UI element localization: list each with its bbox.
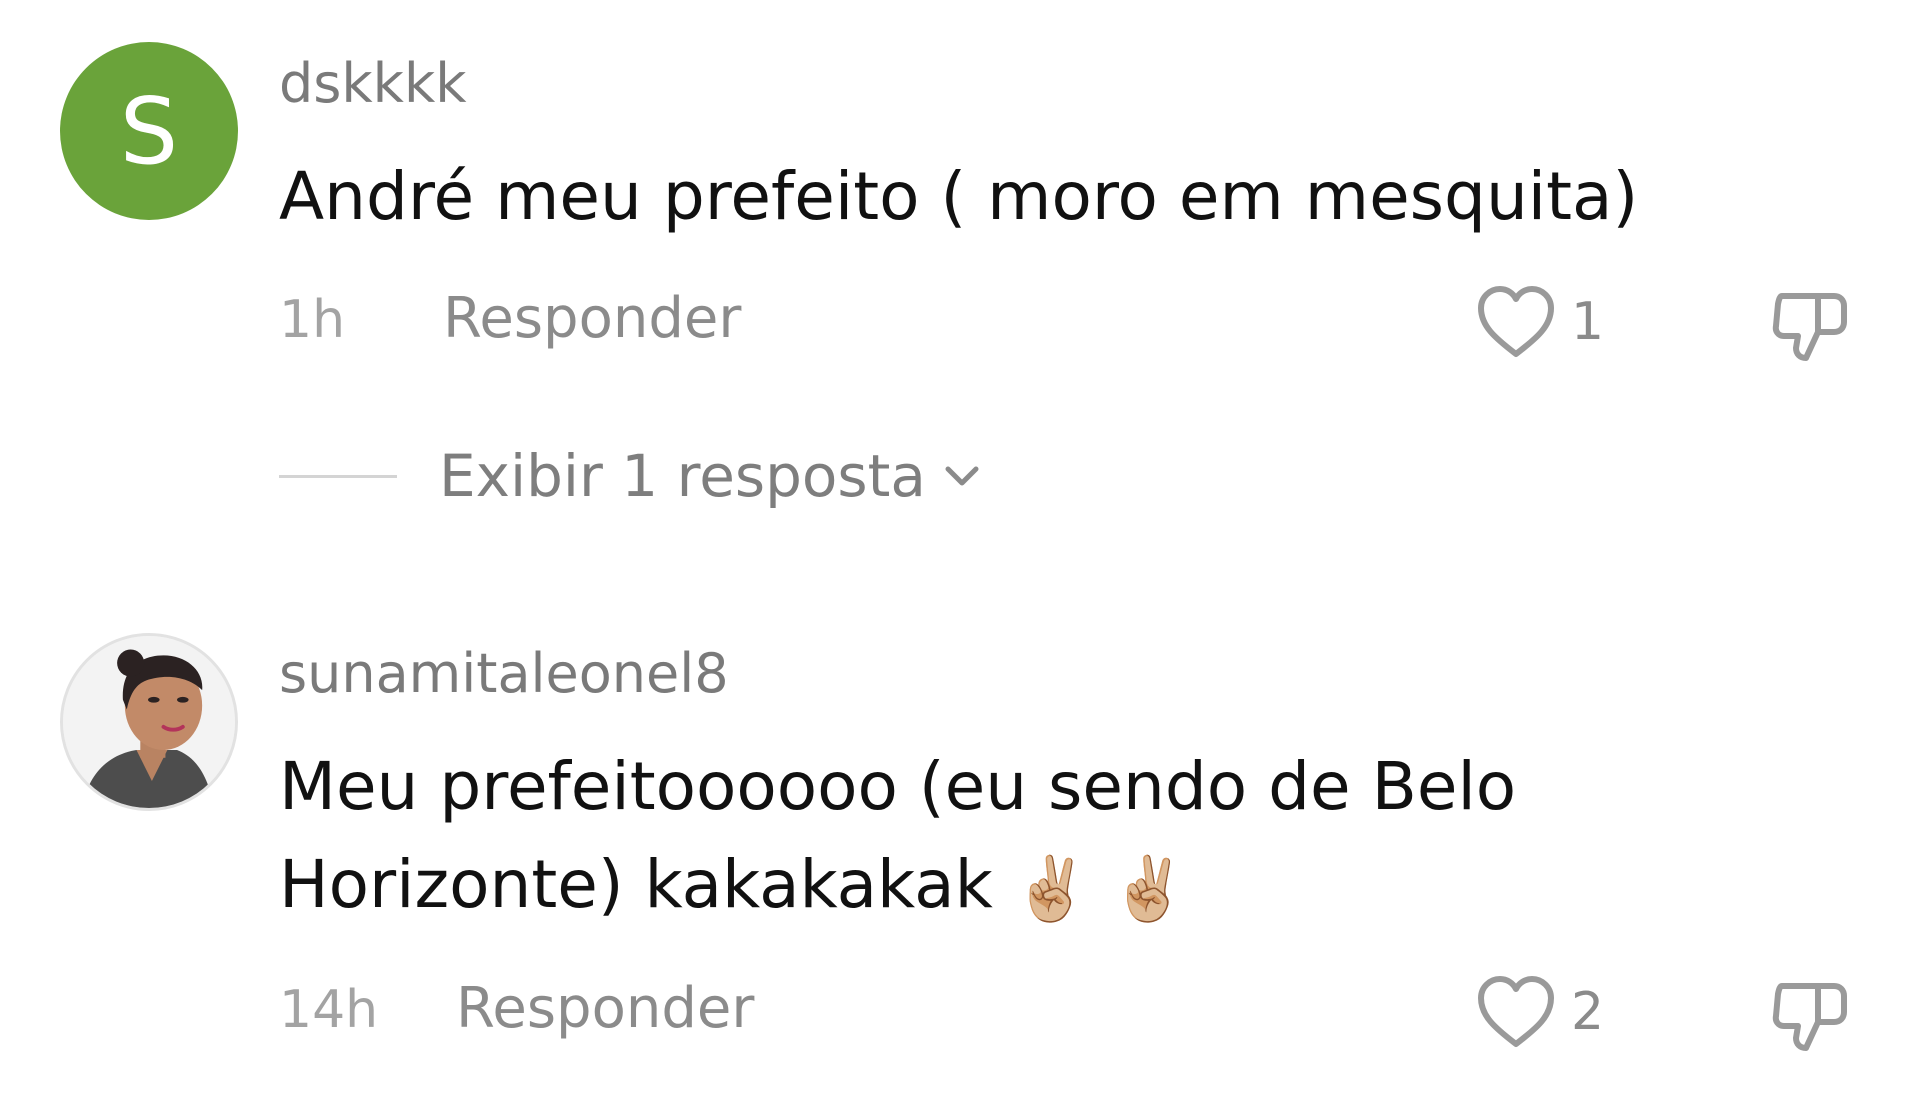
comment-username[interactable]: sunamitaleonel8 <box>279 642 729 705</box>
like-count: 2 <box>1571 982 1605 1042</box>
thumbs-down-outline-icon <box>1772 293 1847 361</box>
dislike-button[interactable] <box>1768 284 1852 368</box>
victory-hand-emoji: ✌🏼 <box>1110 851 1188 925</box>
comment-text-segment: Horizonte) kakakakak <box>279 846 993 923</box>
comment-text: Meu prefeitoooooo (eu sendo de Belo Hori… <box>279 738 1779 934</box>
reply-button[interactable]: Responder <box>443 286 741 351</box>
divider <box>279 474 397 478</box>
dislike-button[interactable] <box>1768 974 1852 1058</box>
like-button[interactable]: 2 <box>1475 974 1604 1050</box>
chevron-down-icon <box>945 466 979 486</box>
profile-photo <box>63 636 235 808</box>
thumbs-down-outline-icon <box>1772 983 1847 1051</box>
victory-hand-emoji: ✌🏼 <box>1012 851 1090 925</box>
comment-text: André meu prefeito ( moro em mesquita) <box>279 158 1639 235</box>
comment-text-line: Horizonte) kakakakak ✌🏼 ✌🏼 <box>279 836 1779 934</box>
comment-time: 1h <box>279 290 346 350</box>
view-replies-label: Exibir 1 resposta <box>439 442 926 510</box>
comment-username[interactable]: dskkkk <box>279 52 467 115</box>
like-count: 1 <box>1571 292 1605 352</box>
view-replies-button[interactable]: Exibir 1 resposta <box>279 442 982 510</box>
comment-time: 14h <box>279 980 379 1040</box>
heart-outline-icon <box>1478 976 1554 1047</box>
like-button[interactable]: 1 <box>1475 284 1604 360</box>
avatar[interactable] <box>60 633 238 811</box>
heart-outline-icon <box>1478 286 1554 357</box>
comment-text-line: Meu prefeitoooooo (eu sendo de Belo <box>279 748 1517 825</box>
reply-button[interactable]: Responder <box>456 976 754 1041</box>
avatar[interactable]: S <box>60 42 238 220</box>
